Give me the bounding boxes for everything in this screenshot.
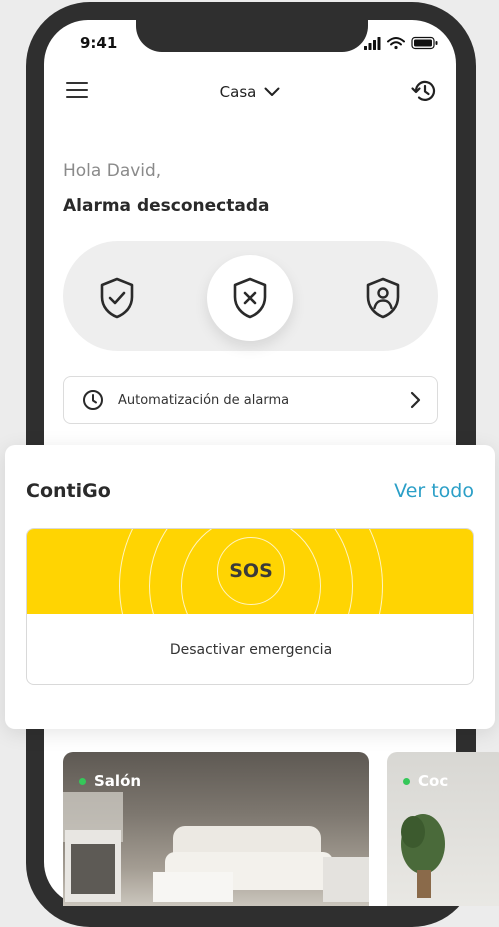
clock-icon — [83, 390, 103, 410]
history-icon[interactable] — [410, 77, 438, 105]
status-time: 9:41 — [80, 34, 118, 52]
sos-banner: SOS — [27, 529, 473, 614]
contigo-card: ContiGo Ver todo SOS Desactivar emergenc… — [5, 445, 495, 729]
partial-arm-button[interactable] — [340, 255, 426, 341]
shield-check-icon — [100, 277, 134, 319]
chevron-right-icon — [410, 391, 421, 409]
arm-button[interactable] — [74, 255, 160, 341]
room-name: Salón — [94, 772, 142, 790]
room-card-cocina[interactable]: Coc — [387, 752, 499, 906]
contigo-title: ContiGo — [26, 480, 111, 502]
alarm-automation-row[interactable]: Automatización de alarma — [63, 376, 438, 424]
location-label: Casa — [219, 83, 257, 101]
room-card-salon[interactable]: Salón — [63, 752, 369, 906]
sos-button[interactable]: SOS — [211, 539, 291, 603]
chevron-down-icon — [264, 87, 280, 96]
location-selector[interactable]: Casa — [200, 80, 300, 104]
sos-panel: SOS Desactivar emergencia — [26, 528, 474, 685]
room-label: Salón — [79, 772, 141, 790]
room-name: Coc — [418, 772, 449, 790]
disarm-button[interactable] — [207, 255, 293, 341]
battery-icon — [411, 36, 438, 50]
see-all-link[interactable]: Ver todo — [394, 480, 474, 502]
online-indicator — [403, 777, 410, 785]
online-indicator — [79, 777, 86, 785]
shield-person-icon — [366, 277, 400, 319]
automation-label: Automatización de alarma — [118, 392, 290, 408]
wifi-icon — [387, 37, 405, 50]
signal-icon — [364, 37, 381, 50]
deactivate-emergency-button[interactable]: Desactivar emergencia — [27, 614, 473, 684]
room-label: Coc — [403, 772, 448, 790]
shield-x-icon — [233, 277, 267, 319]
greeting-text: Hola David, — [63, 161, 162, 181]
status-icons — [364, 36, 438, 50]
menu-icon[interactable] — [66, 82, 88, 100]
phone-notch — [136, 18, 368, 52]
alarm-status: Alarma desconectada — [63, 196, 270, 216]
